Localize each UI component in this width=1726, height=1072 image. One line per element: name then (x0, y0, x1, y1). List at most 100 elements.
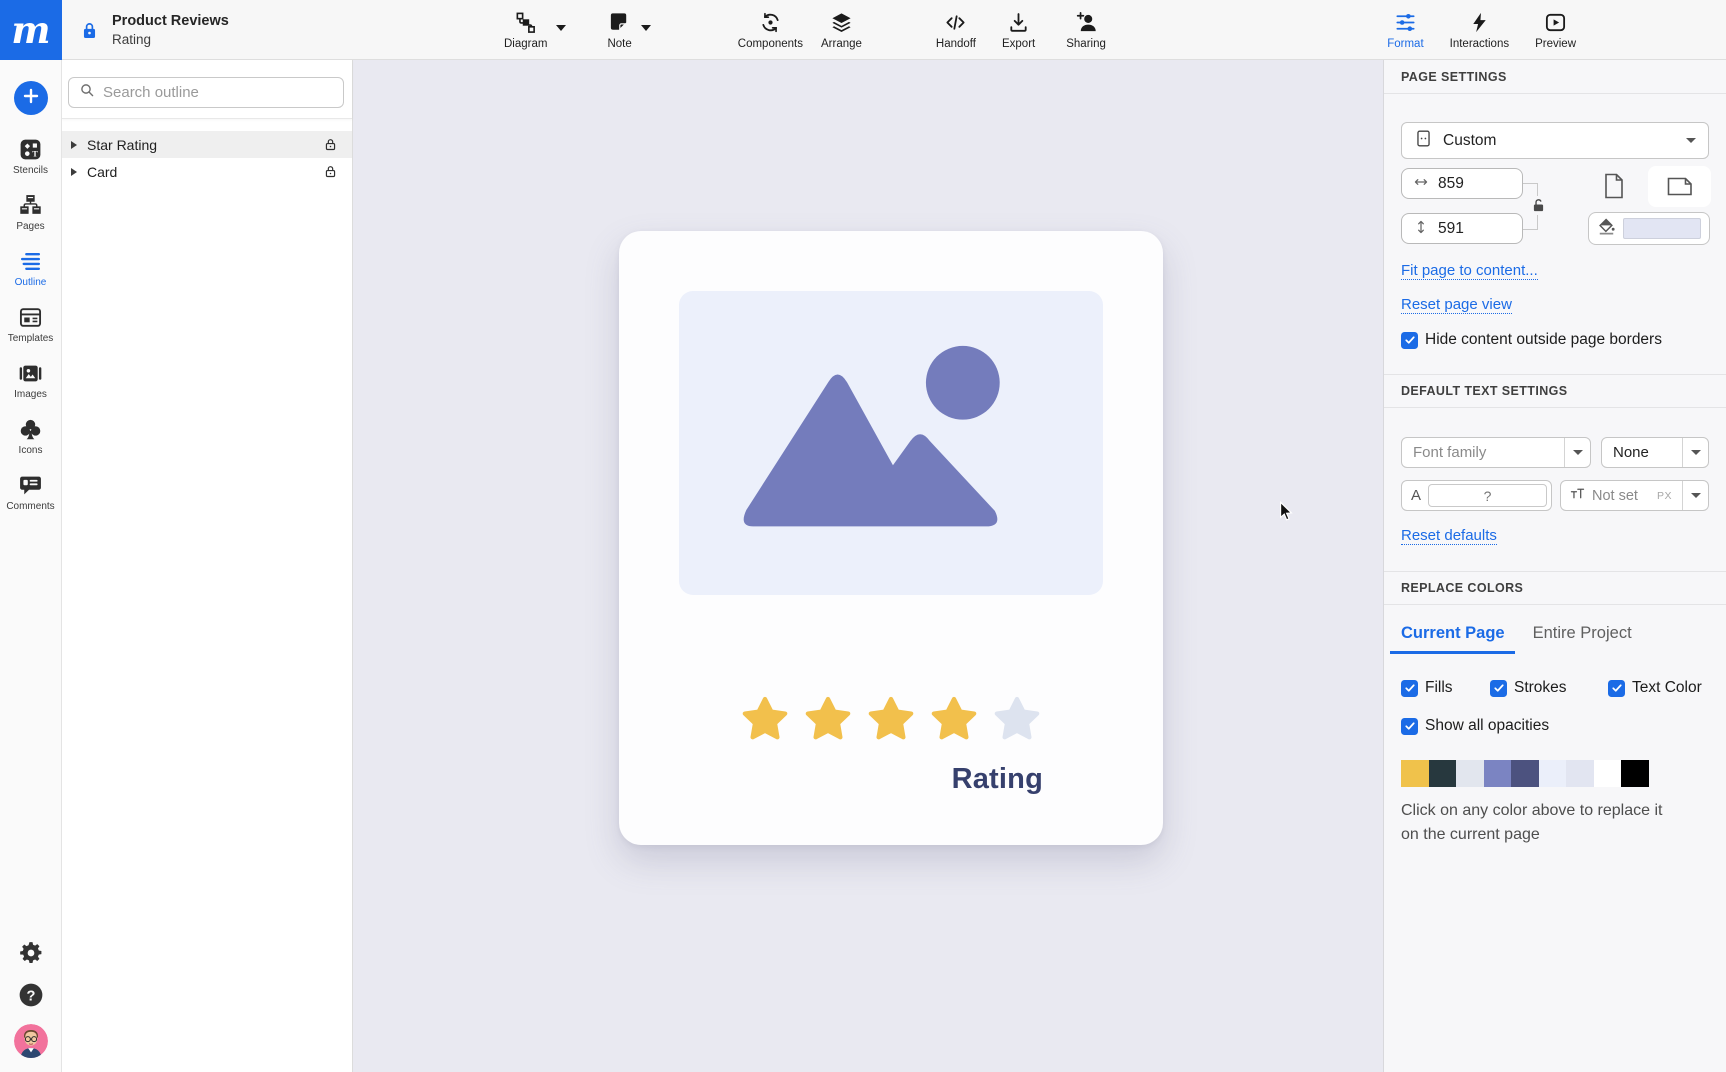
interactions-tab-button[interactable]: Interactions (1450, 11, 1509, 50)
font-size-input[interactable] (1428, 484, 1547, 507)
expand-triangle-icon[interactable] (71, 140, 77, 149)
orientation-portrait-button[interactable] (1604, 173, 1624, 199)
page-height-input[interactable] (1438, 219, 1498, 238)
star-icon[interactable] (865, 693, 917, 745)
format-panel: PAGE SETTINGS Custom 859 591 Fit page to… (1383, 60, 1726, 1072)
project-titles: Product Reviews Rating (112, 13, 229, 47)
search-input[interactable] (103, 84, 333, 101)
current-page-name[interactable]: Rating (112, 32, 229, 47)
page-width-input[interactable] (1438, 174, 1498, 193)
sidebar-item-icons[interactable]: Icons (18, 417, 43, 456)
font-family-select[interactable]: Font family (1401, 437, 1591, 468)
arrange-tool-button[interactable]: Arrange (821, 11, 862, 50)
dimension-lock-toggle[interactable] (1529, 196, 1548, 215)
add-stencil-button[interactable] (13, 81, 48, 115)
diagram-dropdown-caret[interactable] (556, 24, 567, 31)
font-style-value: None (1613, 444, 1649, 461)
page-height-field[interactable] (1401, 213, 1523, 244)
color-swatch[interactable] (1428, 760, 1456, 787)
expand-triangle-icon[interactable] (71, 167, 77, 176)
hide-content-checkbox-row[interactable]: Hide content outside page borders (1401, 331, 1709, 349)
select-arrow-section[interactable] (1682, 481, 1708, 510)
line-height-value: Not set (1592, 487, 1638, 504)
strokes-checkbox-row[interactable]: Strokes (1490, 679, 1608, 697)
export-tool-button[interactable]: Export (1002, 11, 1035, 50)
star-rating-row[interactable] (739, 693, 1043, 745)
orientation-landscape-button[interactable] (1648, 166, 1711, 207)
page-width-field[interactable] (1401, 168, 1523, 199)
default-text-settings-header: DEFAULT TEXT SETTINGS (1384, 374, 1726, 408)
font-size-field[interactable]: A (1401, 480, 1552, 511)
line-height-select[interactable]: Not set PX (1560, 480, 1709, 511)
sidebar-item-templates[interactable]: Templates (8, 305, 53, 344)
reset-defaults-link[interactable]: Reset defaults (1401, 527, 1497, 545)
select-arrow-section[interactable] (1682, 438, 1708, 467)
page-fill-color-button[interactable] (1588, 212, 1710, 245)
fit-page-to-content-link[interactable]: Fit page to content... (1401, 262, 1538, 280)
preview-tab-button[interactable]: Preview (1535, 11, 1576, 50)
moqups-logo[interactable]: m (0, 0, 62, 60)
color-swatch[interactable] (1621, 760, 1649, 787)
color-swatch[interactable] (1593, 760, 1621, 787)
replace-colors-filters: Fills Strokes Text Color (1401, 679, 1709, 697)
star-icon[interactable] (991, 693, 1043, 745)
outline-row-star-rating[interactable]: Star Rating (62, 131, 352, 158)
note-tool-button[interactable]: Note (607, 11, 651, 50)
reset-page-view-link[interactable]: Reset page view (1401, 296, 1512, 314)
color-swatch[interactable] (1566, 760, 1594, 787)
fills-checkbox-row[interactable]: Fills (1401, 679, 1490, 697)
settings-gear-icon[interactable] (18, 940, 44, 966)
rating-card-stencil[interactable]: Rating (619, 231, 1163, 845)
diagram-tool-button[interactable]: Diagram (504, 11, 567, 50)
components-tool-button[interactable]: Components (738, 11, 803, 50)
sidebar-item-comments[interactable]: Comments (6, 473, 55, 512)
color-swatch[interactable] (1456, 760, 1484, 787)
checkbox-checked-icon[interactable] (1401, 331, 1418, 349)
star-icon[interactable] (739, 693, 791, 745)
preview-play-icon (1544, 11, 1567, 34)
note-icon (608, 11, 631, 34)
color-swatch[interactable] (1511, 760, 1539, 787)
font-family-placeholder: Font family (1413, 444, 1487, 461)
design-canvas[interactable]: Rating (353, 60, 1383, 1072)
checkbox-checked-icon[interactable] (1401, 679, 1418, 697)
sidebar-item-images[interactable]: Images (14, 361, 47, 400)
select-arrow-section[interactable] (1564, 438, 1590, 467)
user-avatar[interactable] (13, 1024, 48, 1058)
color-swatch[interactable] (1483, 760, 1511, 787)
sidebar-item-stencils[interactable]: T Stencils (13, 137, 48, 176)
sidebar-item-pages[interactable]: Pages (16, 193, 45, 232)
checkbox-checked-icon[interactable] (1608, 679, 1625, 697)
images-icon (18, 361, 43, 386)
locked-icon[interactable] (323, 164, 338, 179)
project-title[interactable]: Product Reviews (112, 13, 229, 29)
show-all-opacities-row[interactable]: Show all opacities (1401, 717, 1709, 735)
format-tab-button[interactable]: Format (1387, 11, 1424, 50)
text-color-label: Text Color (1632, 679, 1702, 696)
star-icon[interactable] (928, 693, 980, 745)
star-icon[interactable] (802, 693, 854, 745)
locked-icon[interactable] (323, 137, 338, 152)
outline-row-card[interactable]: Card (62, 158, 352, 185)
checkbox-checked-icon[interactable] (1401, 717, 1418, 735)
text-color-checkbox-row[interactable]: Text Color (1608, 679, 1702, 697)
sharing-tool-button[interactable]: Sharing (1066, 11, 1106, 50)
note-dropdown-caret[interactable] (640, 24, 651, 31)
image-placeholder[interactable] (679, 291, 1103, 595)
caption-line-1: Click on any color above to replace it (1401, 802, 1663, 819)
hide-content-label: Hide content outside page borders (1425, 331, 1662, 348)
rating-text[interactable]: Rating (952, 763, 1043, 796)
outline-search-box[interactable] (68, 77, 344, 108)
help-icon[interactable]: ? (18, 982, 44, 1008)
tab-current-page[interactable]: Current Page (1390, 624, 1515, 654)
checkbox-checked-icon[interactable] (1490, 679, 1507, 697)
color-swatch[interactable] (1401, 760, 1429, 787)
tab-entire-project[interactable]: Entire Project (1533, 624, 1632, 654)
page-size-preset-select[interactable]: Custom (1401, 122, 1709, 159)
sidebar-item-outline[interactable]: Outline (15, 249, 46, 288)
svg-text:T: T (32, 150, 38, 159)
font-style-select[interactable]: None (1601, 437, 1709, 468)
color-swatch[interactable] (1538, 760, 1566, 787)
handoff-tool-button[interactable]: Handoff (936, 11, 976, 50)
paint-bucket-icon (1597, 217, 1616, 240)
